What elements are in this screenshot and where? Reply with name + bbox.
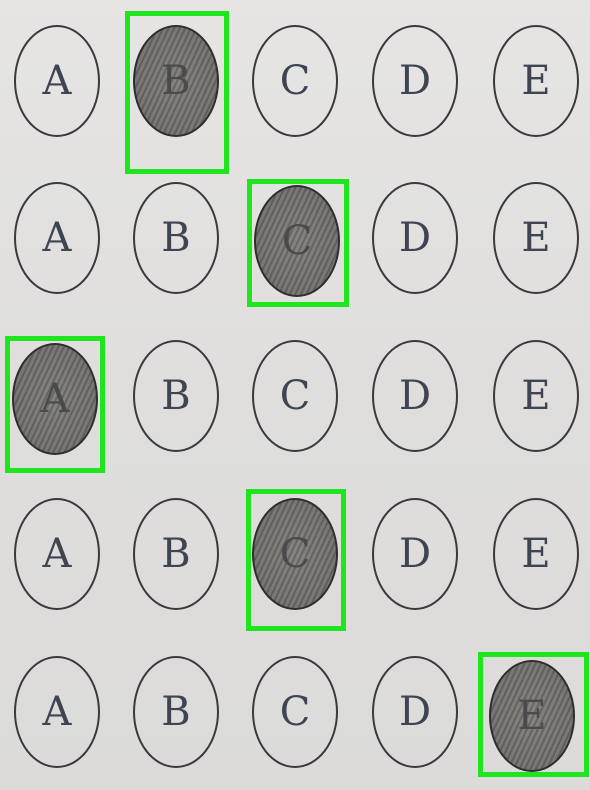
option-letter: B — [161, 215, 191, 261]
option-letter: A — [42, 58, 72, 104]
option-letter: D — [398, 689, 432, 735]
bubble-q5-c[interactable]: C — [252, 656, 338, 768]
option-letter: E — [521, 215, 551, 261]
bubble-q1-c[interactable]: C — [252, 25, 338, 137]
option-letter: A — [42, 531, 72, 577]
option-letter: D — [398, 531, 432, 577]
option-letter: C — [279, 689, 311, 735]
option-letter: E — [521, 373, 551, 419]
bubble-q5-b[interactable]: B — [133, 656, 219, 768]
option-letter: C — [279, 58, 311, 104]
bubble-q2-a[interactable]: A — [14, 182, 100, 294]
option-letter: C — [281, 218, 313, 264]
bubble-q2-d[interactable]: D — [372, 182, 458, 294]
option-letter: C — [279, 373, 311, 419]
option-letter: A — [40, 376, 70, 422]
option-letter: A — [42, 215, 72, 261]
bubble-q4-d[interactable]: D — [372, 498, 458, 610]
bubble-q2-c[interactable]: C — [254, 185, 340, 297]
option-letter: E — [517, 693, 547, 739]
bubble-q3-d[interactable]: D — [372, 340, 458, 452]
option-letter: B — [161, 373, 191, 419]
bubble-q2-b[interactable]: B — [133, 182, 219, 294]
option-letter: D — [398, 373, 432, 419]
bubble-q5-e[interactable]: E — [489, 660, 575, 772]
bubble-q5-a[interactable]: A — [14, 656, 100, 768]
bubble-q4-c[interactable]: C — [252, 498, 338, 610]
bubble-q3-e[interactable]: E — [493, 340, 579, 452]
bubble-q1-e[interactable]: E — [493, 25, 579, 137]
bubble-q1-a[interactable]: A — [14, 25, 100, 137]
option-letter: B — [161, 689, 191, 735]
option-letter: E — [521, 531, 551, 577]
bubble-q2-e[interactable]: E — [493, 182, 579, 294]
bubble-q4-a[interactable]: A — [14, 498, 100, 610]
bubble-q5-d[interactable]: D — [372, 656, 458, 768]
bubble-q1-d[interactable]: D — [372, 25, 458, 137]
bubble-q3-b[interactable]: B — [133, 340, 219, 452]
option-letter: D — [398, 215, 432, 261]
option-letter: A — [42, 689, 72, 735]
bubble-q3-c[interactable]: C — [252, 340, 338, 452]
bubble-q4-e[interactable]: E — [493, 498, 579, 610]
option-letter: B — [161, 58, 191, 104]
option-letter: E — [521, 58, 551, 104]
bubble-q3-a[interactable]: A — [12, 343, 98, 455]
option-letter: C — [279, 531, 311, 577]
option-letter: D — [398, 58, 432, 104]
bubble-q4-b[interactable]: B — [133, 498, 219, 610]
option-letter: B — [161, 531, 191, 577]
bubble-q1-b[interactable]: B — [133, 25, 219, 137]
answer-sheet: A B C D E A B C D E A B C D E A B C D E … — [0, 0, 590, 790]
